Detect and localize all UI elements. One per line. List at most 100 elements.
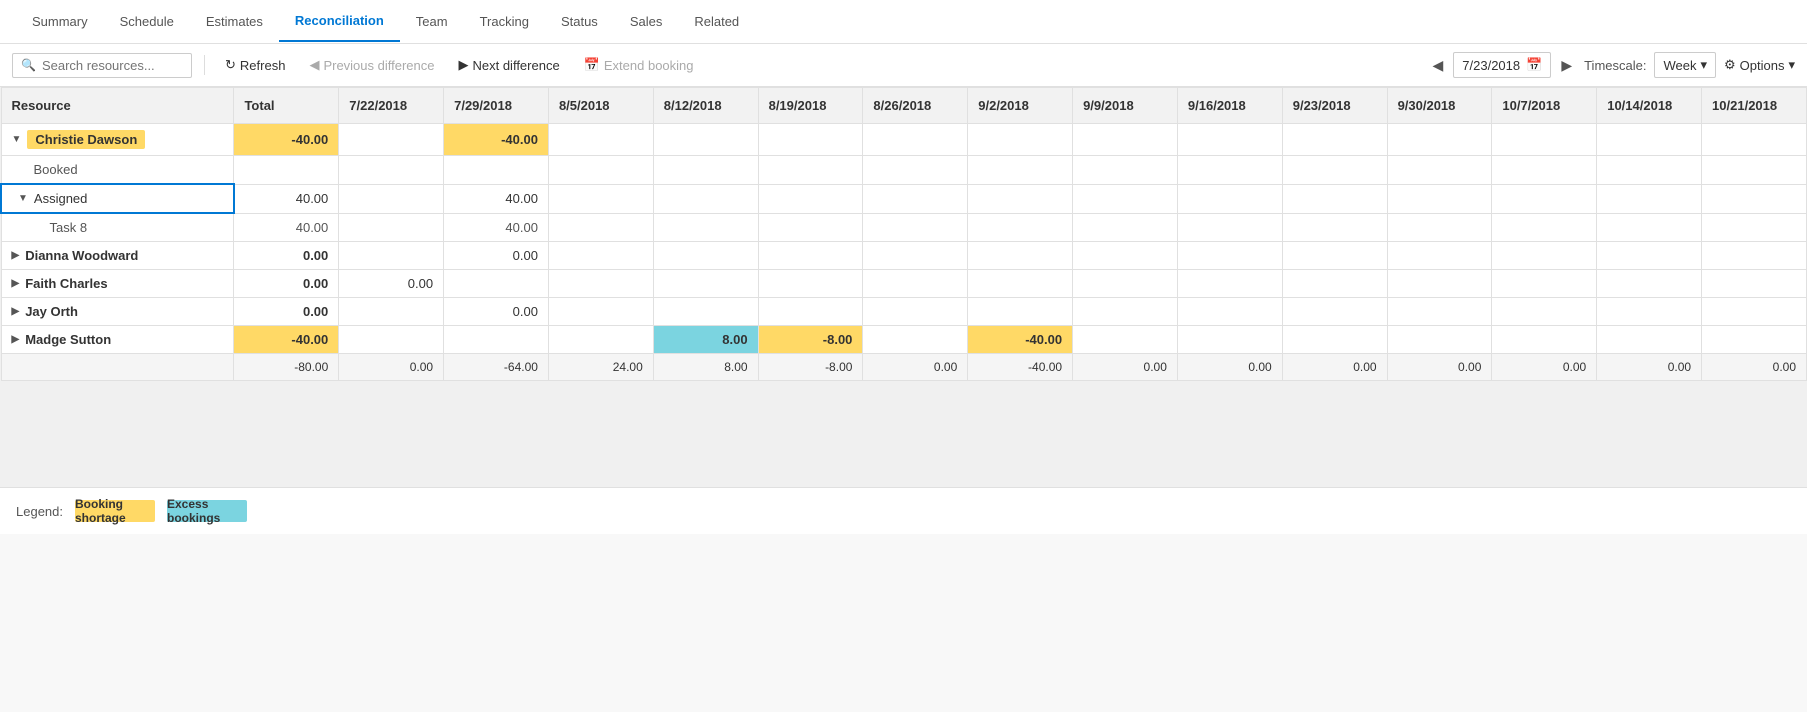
header-row: Resource Total 7/22/2018 7/29/2018 8/5/2…	[1, 88, 1807, 124]
assigned-label-cell[interactable]: ▼ Assigned	[1, 184, 234, 213]
header-date-85: 8/5/2018	[548, 88, 653, 124]
christie-722-cell	[339, 124, 444, 156]
row-madge-sutton: ▶ Madge Sutton -40.00 8.00 -8.00 -40.00	[1, 326, 1807, 354]
faith-name-cell[interactable]: ▶ Faith Charles	[1, 270, 234, 298]
date-box[interactable]: 7/23/2018 📅	[1453, 52, 1551, 78]
refresh-button[interactable]: ↻ Refresh	[217, 53, 293, 77]
row-christie-booked: Booked	[1, 156, 1807, 185]
faith-930-cell	[1387, 270, 1492, 298]
christie-107-cell	[1492, 124, 1597, 156]
task8-930-cell	[1387, 213, 1492, 242]
jay-722-cell	[339, 298, 444, 326]
madge-916-cell	[1177, 326, 1282, 354]
task8-label-cell: Task 8	[1, 213, 234, 242]
nav-summary[interactable]: Summary	[16, 2, 104, 41]
assigned-729-cell: 40.00	[444, 184, 549, 213]
madge-name-cell[interactable]: ▶ Madge Sutton	[1, 326, 234, 354]
nav-estimates[interactable]: Estimates	[190, 2, 279, 41]
booked-92-cell	[968, 156, 1073, 185]
timescale-value: Week	[1663, 58, 1696, 73]
dianna-expand-icon[interactable]: ▶	[12, 250, 20, 261]
booked-99-cell	[1073, 156, 1178, 185]
timescale-label: Timescale:	[1584, 58, 1646, 73]
search-input[interactable]	[42, 58, 172, 73]
booked-1021-cell	[1702, 156, 1807, 185]
nav-team[interactable]: Team	[400, 2, 464, 41]
jay-107-cell	[1492, 298, 1597, 326]
booked-107-cell	[1492, 156, 1597, 185]
next-difference-button[interactable]: ▶ Next difference	[450, 53, 567, 77]
nav-related[interactable]: Related	[678, 2, 755, 41]
madge-722-cell	[339, 326, 444, 354]
total-826-cell: 0.00	[863, 354, 968, 381]
total-916-cell: 0.00	[1177, 354, 1282, 381]
booked-1014-cell	[1597, 156, 1702, 185]
row-faith-charles: ▶ Faith Charles 0.00 0.00	[1, 270, 1807, 298]
toolbar-right: ◀ 7/23/2018 📅 ▶ Timescale: Week ▾ ⚙ Opti…	[1429, 52, 1796, 78]
nav-schedule[interactable]: Schedule	[104, 2, 190, 41]
dianna-107-cell	[1492, 242, 1597, 270]
booked-85-cell	[548, 156, 653, 185]
options-button[interactable]: ⚙ Options ▾	[1724, 57, 1795, 73]
nav-status[interactable]: Status	[545, 2, 614, 41]
nav-sales[interactable]: Sales	[614, 2, 679, 41]
christie-85-cell	[548, 124, 653, 156]
search-box[interactable]: 🔍	[12, 53, 192, 78]
header-date-729: 7/29/2018	[444, 88, 549, 124]
faith-92-cell	[968, 270, 1073, 298]
madge-85-cell	[548, 326, 653, 354]
total-819-cell: -8.00	[758, 354, 863, 381]
jay-expand-icon[interactable]: ▶	[12, 306, 20, 317]
christie-729-cell: -40.00	[444, 124, 549, 156]
task8-85-cell	[548, 213, 653, 242]
booking-shortage-label: Booking shortage	[75, 497, 155, 525]
nav-reconciliation[interactable]: Reconciliation	[279, 1, 400, 42]
christie-930-cell	[1387, 124, 1492, 156]
legend-label: Legend:	[16, 504, 63, 519]
date-next-button[interactable]: ▶	[1557, 53, 1576, 78]
christie-name-cell[interactable]: ▼ Christie Dawson	[1, 124, 234, 156]
faith-1014-cell	[1597, 270, 1702, 298]
booked-722-cell	[339, 156, 444, 185]
jay-total-cell: 0.00	[234, 298, 339, 326]
task8-1021-cell	[1702, 213, 1807, 242]
dianna-name-cell[interactable]: ▶ Dianna Woodward	[1, 242, 234, 270]
nav-tracking[interactable]: Tracking	[464, 2, 545, 41]
refresh-icon: ↻	[225, 57, 236, 73]
madge-total-cell: -40.00	[234, 326, 339, 354]
dianna-85-cell	[548, 242, 653, 270]
faith-729-cell	[444, 270, 549, 298]
faith-812-cell	[653, 270, 758, 298]
faith-expand-icon[interactable]: ▶	[12, 278, 20, 289]
date-prev-button[interactable]: ◀	[1429, 53, 1448, 78]
reconciliation-grid: Resource Total 7/22/2018 7/29/2018 8/5/2…	[0, 87, 1807, 381]
task8-826-cell	[863, 213, 968, 242]
expand-icon[interactable]: ▼	[12, 134, 22, 145]
date-value: 7/23/2018	[1462, 58, 1520, 73]
next-difference-label: Next difference	[472, 58, 559, 73]
madge-expand-icon[interactable]: ▶	[12, 334, 20, 345]
legend-booking-shortage: Booking shortage	[75, 500, 155, 522]
christie-812-cell	[653, 124, 758, 156]
total-812-cell: 8.00	[653, 354, 758, 381]
row-christie-dawson: ▼ Christie Dawson -40.00 -40.00	[1, 124, 1807, 156]
assigned-expand-icon[interactable]: ▼	[18, 193, 28, 204]
madge-930-cell	[1387, 326, 1492, 354]
total-total-cell: -80.00	[234, 354, 339, 381]
booked-729-cell	[444, 156, 549, 185]
timescale-select[interactable]: Week ▾	[1654, 52, 1716, 78]
faith-722-cell: 0.00	[339, 270, 444, 298]
total-722-cell: 0.00	[339, 354, 444, 381]
separator-1	[204, 55, 205, 75]
madge-826-cell	[863, 326, 968, 354]
jay-name-cell[interactable]: ▶ Jay Orth	[1, 298, 234, 326]
dianna-819-cell	[758, 242, 863, 270]
task8-916-cell	[1177, 213, 1282, 242]
prev-difference-button[interactable]: ◀ Previous difference	[301, 53, 442, 77]
row-christie-assigned: ▼ Assigned 40.00 40.00	[1, 184, 1807, 213]
extend-booking-button[interactable]: 📅 Extend booking	[576, 53, 702, 77]
grid-scroll-area[interactable]: Resource Total 7/22/2018 7/29/2018 8/5/2…	[0, 87, 1807, 487]
dianna-99-cell	[1073, 242, 1178, 270]
faith-85-cell	[548, 270, 653, 298]
task8-722-cell	[339, 213, 444, 242]
